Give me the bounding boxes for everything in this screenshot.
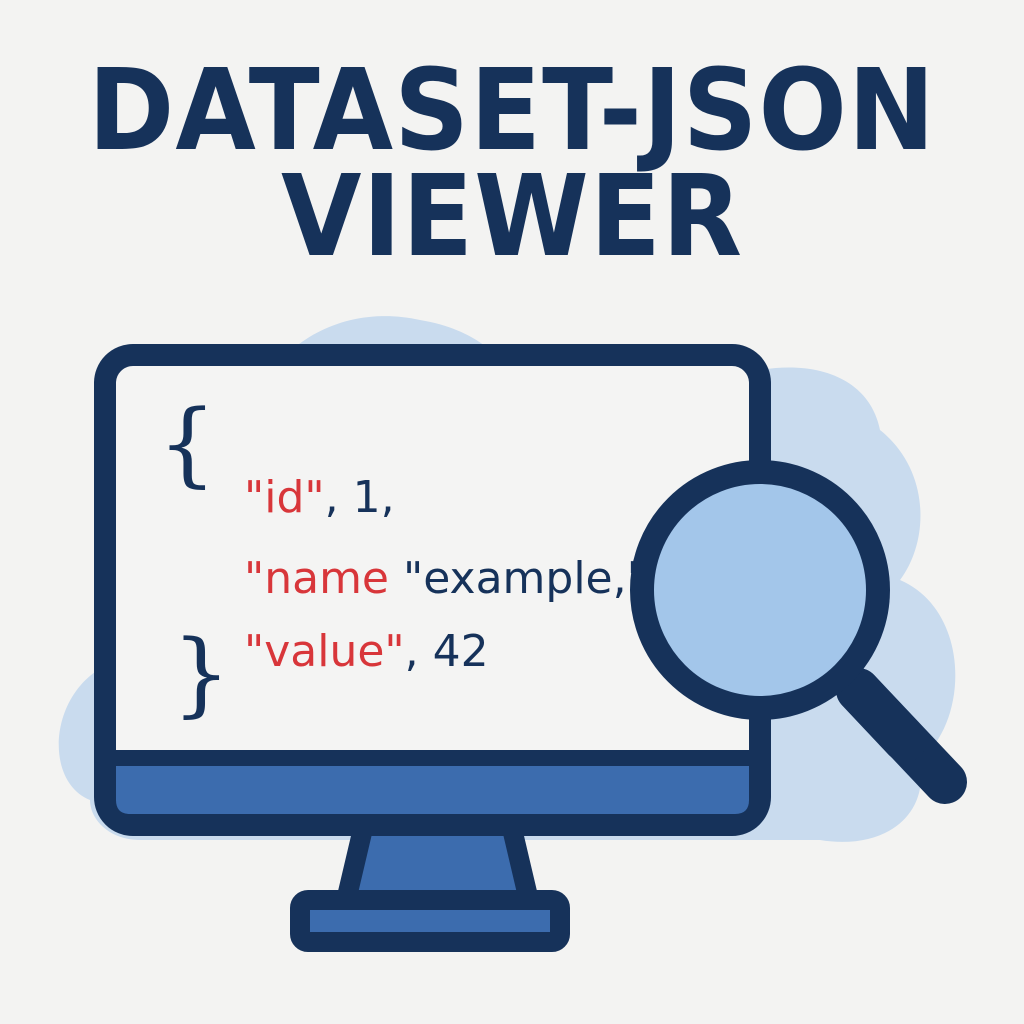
open-brace: { [158,390,217,497]
close-brace: } [172,620,231,727]
code-key-value: "value" [243,626,405,677]
title-line-2: VIEWER [280,150,744,282]
code-value-value: , 42 [404,626,489,677]
code-line-1: "id", 1, [216,432,395,520]
code-line-3: "value", 42 [216,586,489,674]
